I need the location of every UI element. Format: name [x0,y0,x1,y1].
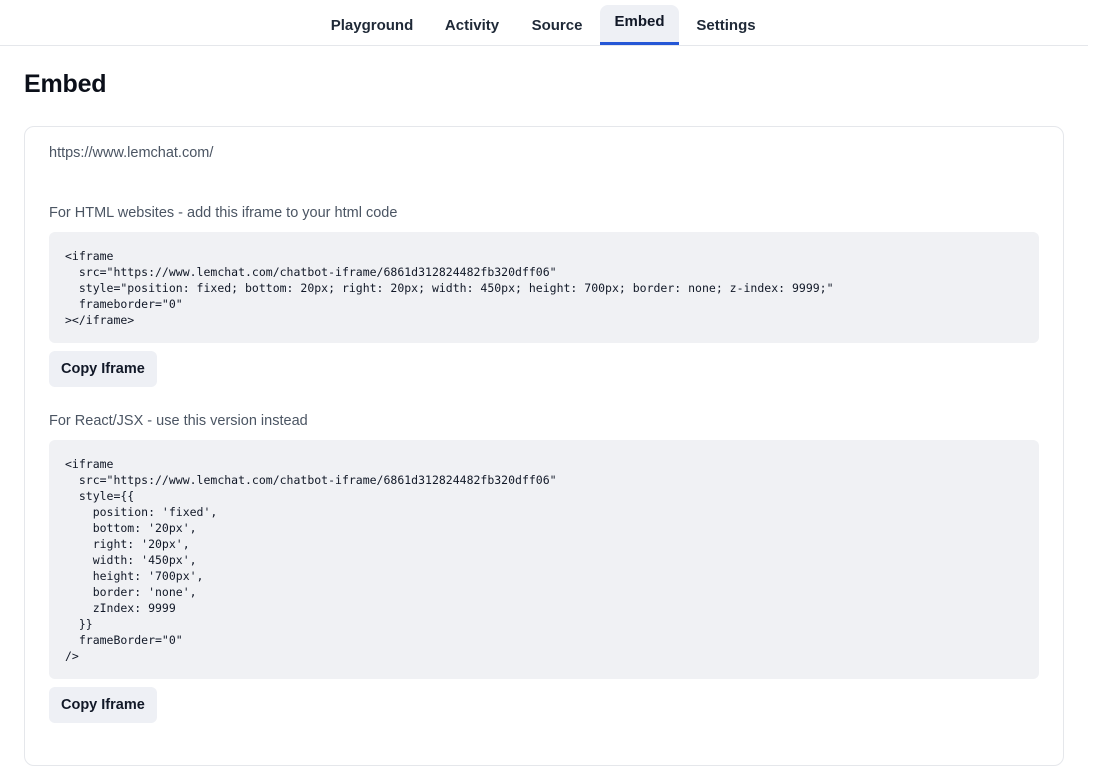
tab-activity[interactable]: Activity [434,5,510,45]
code-line: <iframe [65,457,114,471]
react-section-label: For React/JSX - use this version instead [49,413,308,429]
code-line: /> [65,649,79,663]
page-title: Embed [24,70,107,98]
code-line: frameborder="0" [65,297,183,311]
code-line: src="https://www.lemchat.com/chatbot-ifr… [65,473,557,487]
code-line: border: 'none', [65,585,197,599]
code-line: right: '20px', [65,537,190,551]
tab-source[interactable]: Source [522,5,592,45]
copy-html-iframe-button[interactable]: Copy Iframe [49,351,157,387]
code-line: position: 'fixed', [65,505,218,519]
react-code-block[interactable]: <iframe src="https://www.lemchat.com/cha… [49,440,1039,679]
code-line: bottom: '20px', [65,521,197,535]
top-navigation: Playground Activity Source Embed Setting… [0,0,1088,46]
code-line: <iframe [65,249,114,263]
code-line: width: '450px', [65,553,197,567]
code-line: style="position: fixed; bottom: 20px; ri… [65,281,834,295]
tab-embed[interactable]: Embed [600,5,679,45]
code-line: height: '700px', [65,569,204,583]
code-line: }} [65,617,93,631]
embed-url: https://www.lemchat.com/ [49,145,214,161]
code-line: frameBorder="0" [65,633,183,647]
code-line: ></iframe> [65,313,135,327]
code-line: src="https://www.lemchat.com/chatbot-ifr… [65,265,557,279]
embed-card: https://www.lemchat.com/ For HTML websit… [24,126,1064,766]
tab-playground[interactable]: Playground [322,5,422,45]
tab-bar: Playground Activity Source Embed Setting… [0,0,1088,46]
html-section-label: For HTML websites - add this iframe to y… [49,205,398,221]
copy-react-iframe-button[interactable]: Copy Iframe [49,687,157,723]
html-code-block[interactable]: <iframe src="https://www.lemchat.com/cha… [49,232,1039,343]
code-line: zIndex: 9999 [65,601,176,615]
code-line: style={{ [65,489,135,503]
tab-settings[interactable]: Settings [688,5,764,45]
